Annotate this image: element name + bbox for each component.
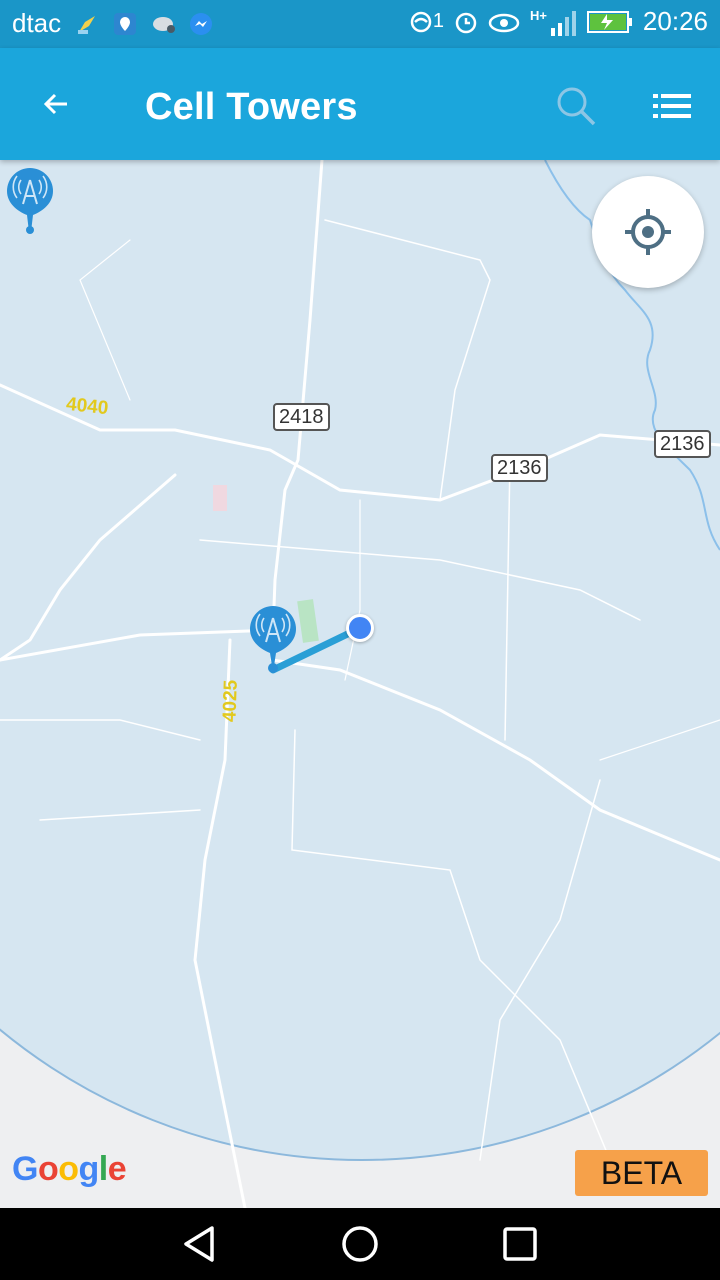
search-icon xyxy=(557,87,596,126)
back-button[interactable] xyxy=(30,78,82,130)
alarm-icon xyxy=(454,10,478,34)
beta-badge: BETA xyxy=(575,1150,708,1196)
crosshair-icon xyxy=(625,209,671,255)
sync-icon xyxy=(407,10,432,34)
square-recents-icon xyxy=(503,1227,537,1261)
my-location-button[interactable] xyxy=(592,176,704,288)
user-location-dot xyxy=(346,614,374,642)
arrow-left-icon xyxy=(43,93,67,115)
cloud-app-icon xyxy=(151,12,176,36)
circle-home-icon xyxy=(342,1226,378,1262)
app-bar: Cell Towers xyxy=(0,48,720,160)
sim-badge: 1 xyxy=(432,10,444,32)
system-nav-bar xyxy=(0,1208,720,1280)
network-type: H+ xyxy=(529,8,547,23)
tower-link-line xyxy=(26,226,364,674)
page-title: Cell Towers xyxy=(145,86,358,128)
cell-tower-marker[interactable] xyxy=(5,166,55,232)
status-bar: dtac 1 H+ 20:26 xyxy=(0,0,720,48)
list-icon xyxy=(653,94,691,118)
google-logo: Google xyxy=(12,1150,127,1188)
search-button[interactable] xyxy=(548,78,604,134)
location-app-icon xyxy=(113,12,137,36)
battery-charging-icon xyxy=(586,10,633,34)
messenger-icon xyxy=(189,12,213,36)
clock: 20:26 xyxy=(642,6,708,36)
nav-recents-button[interactable] xyxy=(490,1220,550,1268)
cell-tower-marker[interactable] xyxy=(248,604,298,674)
map-view[interactable]: 4040 4025 2418 2136 2136 Google BETA xyxy=(0,160,720,1208)
list-menu-button[interactable] xyxy=(644,78,700,134)
carrier-label: dtac xyxy=(12,8,62,38)
nav-back-button[interactable] xyxy=(170,1220,230,1268)
eye-icon xyxy=(488,10,520,34)
signal-icon xyxy=(549,10,577,36)
cleaner-icon xyxy=(75,12,99,36)
tower-icon xyxy=(7,168,53,232)
triangle-back-icon xyxy=(184,1226,214,1262)
tower-icon xyxy=(250,606,296,673)
nav-home-button[interactable] xyxy=(330,1220,390,1268)
